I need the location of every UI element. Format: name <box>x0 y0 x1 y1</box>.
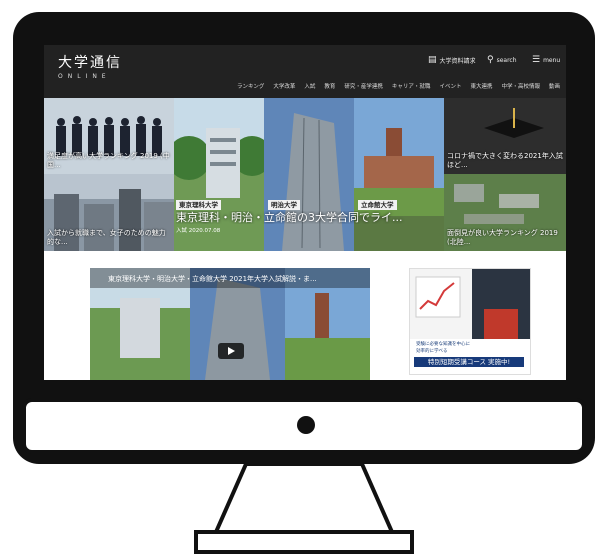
featured-title: 東京理科・明治・立命館の3大学合同でライ... <box>176 211 403 224</box>
video-title: 東京理科大学・明治大学・立命館大学 2021年大学入試解説・ま... <box>108 275 317 283</box>
article-tile-top-left[interactable]: 満足度が高い大学ランキング 2019 (中国... <box>44 98 174 174</box>
hamburger-icon: ☰ <box>532 55 541 65</box>
site-header: 大学通信 ONLINE ▤ 大学資料請求 ⚲ search ☰ menu ランキ… <box>44 45 566 98</box>
logo-en: ONLINE <box>58 73 111 80</box>
browser-screen: 大学通信 ONLINE ▤ 大学資料請求 ⚲ search ☰ menu ランキ… <box>44 45 566 380</box>
ad-image <box>410 269 530 339</box>
nav-item[interactable]: 教育 <box>324 82 335 90</box>
hero-grid: 満足度が高い大学ランキング 2019 (中国... 入試から就職まで、女子のため… <box>44 98 566 251</box>
video-player[interactable]: 東京理科大学・明治大学・立命館大学 2021年大学入試解説・ま... <box>90 268 370 380</box>
article-tile-bottom-right[interactable]: 面倒見が良い大学ランキング 2019 (北陸... <box>444 174 566 251</box>
search-button[interactable]: ⚲ search <box>487 55 517 65</box>
badge-tus: 東京理科大学 <box>176 200 221 210</box>
document-icon: ▤ <box>428 55 437 65</box>
ad-line-1: 受験に必要な知識を中心に <box>416 342 470 347</box>
tile-caption: 満足度が高い大学ランキング 2019 (中国... <box>47 152 170 169</box>
nav-item[interactable]: 入試 <box>304 82 315 90</box>
site-logo[interactable]: 大学通信 ONLINE <box>58 55 122 80</box>
search-label: search <box>496 56 517 64</box>
video-thumbnail <box>90 268 370 380</box>
featured-caption: 東京理科・明治・立命館の3大学合同でライ... 入試 2020.07.08 <box>176 211 436 234</box>
tile-caption: コロナ禍で大きく変わる2021年入試ほど... <box>447 152 563 169</box>
lower-section: 東京理科大学・明治大学・立命館大学 2021年大学入試解説・ま... 受験に必要… <box>44 251 566 380</box>
nav-item[interactable]: 動画 <box>549 82 560 90</box>
nav-item[interactable]: 東大連携 <box>470 82 492 90</box>
article-tile-bottom-left[interactable]: 入試から就職まで、女子のための魅力的な... <box>44 174 174 251</box>
menu-label: menu <box>543 56 561 64</box>
ad-line-2: 効率的に学べる <box>416 349 448 354</box>
nav-item[interactable]: 研究・産学連携 <box>344 82 383 90</box>
nav-item[interactable]: ランキング <box>237 82 264 90</box>
menu-button[interactable]: ☰ menu <box>532 55 560 65</box>
nav-item[interactable]: 中学・高校情報 <box>501 82 540 90</box>
materials-link[interactable]: ▤ 大学資料請求 <box>428 55 476 65</box>
tile-caption: 面倒見が良い大学ランキング 2019 (北陸... <box>447 229 558 246</box>
search-icon: ⚲ <box>487 55 494 65</box>
power-button-icon <box>297 416 315 434</box>
nav-item[interactable]: キャリア・就職 <box>392 82 431 90</box>
ad-banner[interactable]: 受験に必要な知識を中心に 効率的に学べる 特別短期受講コース 実施中! <box>409 268 531 375</box>
ad-cta[interactable]: 特別短期受講コース 実施中! <box>414 357 524 367</box>
nav-item[interactable]: 大学改革 <box>273 82 295 90</box>
badge-meiji: 明治大学 <box>268 200 300 210</box>
tile-caption: 入試から就職まで、女子のための魅力的な... <box>47 229 166 246</box>
nav-item[interactable]: イベント <box>439 82 461 90</box>
badge-ritsumeikan: 立命館大学 <box>358 200 397 210</box>
materials-label: 大学資料請求 <box>439 57 476 65</box>
featured-meta: 入試 2020.07.08 <box>176 228 221 234</box>
logo-jp: 大学通信 <box>58 55 122 71</box>
play-button[interactable] <box>218 343 244 359</box>
article-tile-top-right[interactable]: コロナ禍で大きく変わる2021年入試ほど... <box>444 98 566 174</box>
main-nav: ランキング 大学改革 入試 教育 研究・産学連携 キャリア・就職 イベント 東大… <box>237 82 560 90</box>
